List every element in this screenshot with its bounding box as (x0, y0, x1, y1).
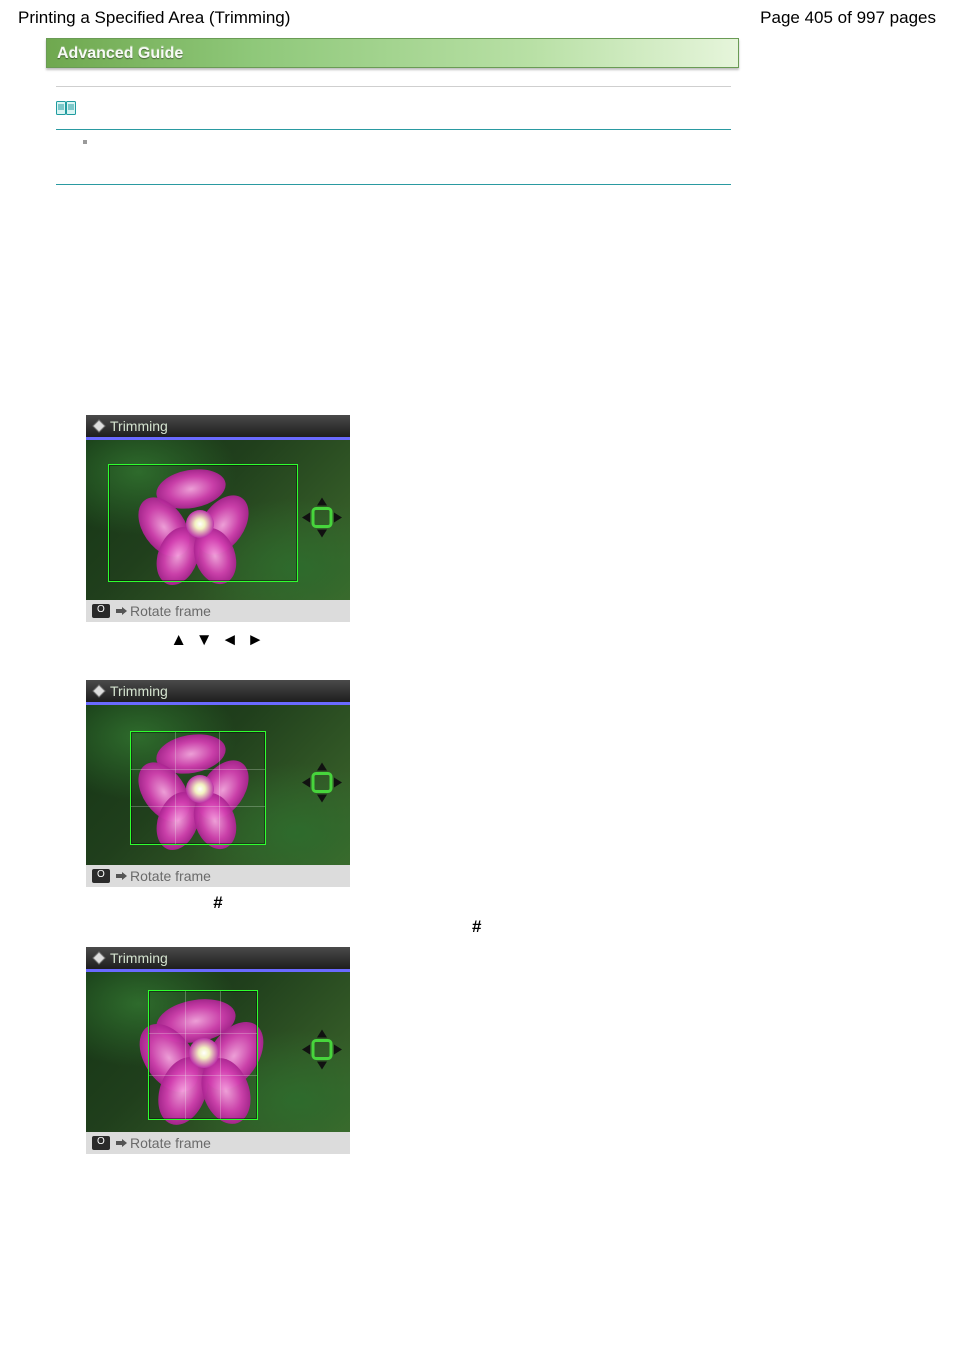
key-indicator-icon (92, 604, 110, 618)
trimming-frame[interactable] (148, 990, 258, 1120)
direction-hud-icon (300, 496, 344, 545)
note-book-icon (56, 99, 76, 117)
hash-caption-side: # (472, 917, 481, 937)
direction-hud-icon (300, 761, 344, 810)
arrow-cycle-icon (114, 1136, 128, 1150)
trimming-preview (86, 440, 350, 600)
list-bullet (83, 140, 87, 144)
key-indicator-icon (92, 1136, 110, 1150)
trimming-title: Trimming (110, 950, 168, 966)
rotate-frame-label: Rotate frame (130, 603, 211, 619)
trimming-title: Trimming (110, 418, 168, 434)
trimming-preview (86, 705, 350, 865)
trimming-panel-header: Trimming (86, 947, 350, 972)
trimming-panel-header: Trimming (86, 680, 350, 705)
trimming-footer: Rotate frame (86, 1132, 350, 1154)
rotate-frame-label: Rotate frame (130, 868, 211, 884)
key-indicator-icon (92, 869, 110, 883)
trimming-title: Trimming (110, 683, 168, 699)
trimming-preview (86, 972, 350, 1132)
page-indicator: Page 405 of 997 pages (760, 8, 936, 28)
banner-advanced-guide: Advanced Guide (46, 38, 739, 68)
trimming-frame[interactable] (130, 731, 266, 845)
divider-teal (56, 184, 731, 185)
divider-teal (56, 129, 731, 130)
diamond-icon (92, 951, 106, 965)
diamond-icon (92, 419, 106, 433)
rotate-frame-label: Rotate frame (130, 1135, 211, 1151)
direction-hud-icon (300, 1028, 344, 1077)
page-title: Printing a Specified Area (Trimming) (18, 8, 290, 28)
hash-caption: # (86, 893, 350, 913)
divider (56, 86, 731, 87)
trimming-frame[interactable] (108, 464, 298, 582)
banner-text: Advanced Guide (57, 45, 183, 62)
trimming-panel-header: Trimming (86, 415, 350, 440)
arrow-cycle-icon (114, 604, 128, 618)
trimming-footer: Rotate frame (86, 865, 350, 887)
trimming-footer: Rotate frame (86, 600, 350, 622)
arrow-cycle-icon (114, 869, 128, 883)
arrow-keys-caption: ▲ ▼ ◄ ► (86, 630, 350, 650)
diamond-icon (92, 684, 106, 698)
